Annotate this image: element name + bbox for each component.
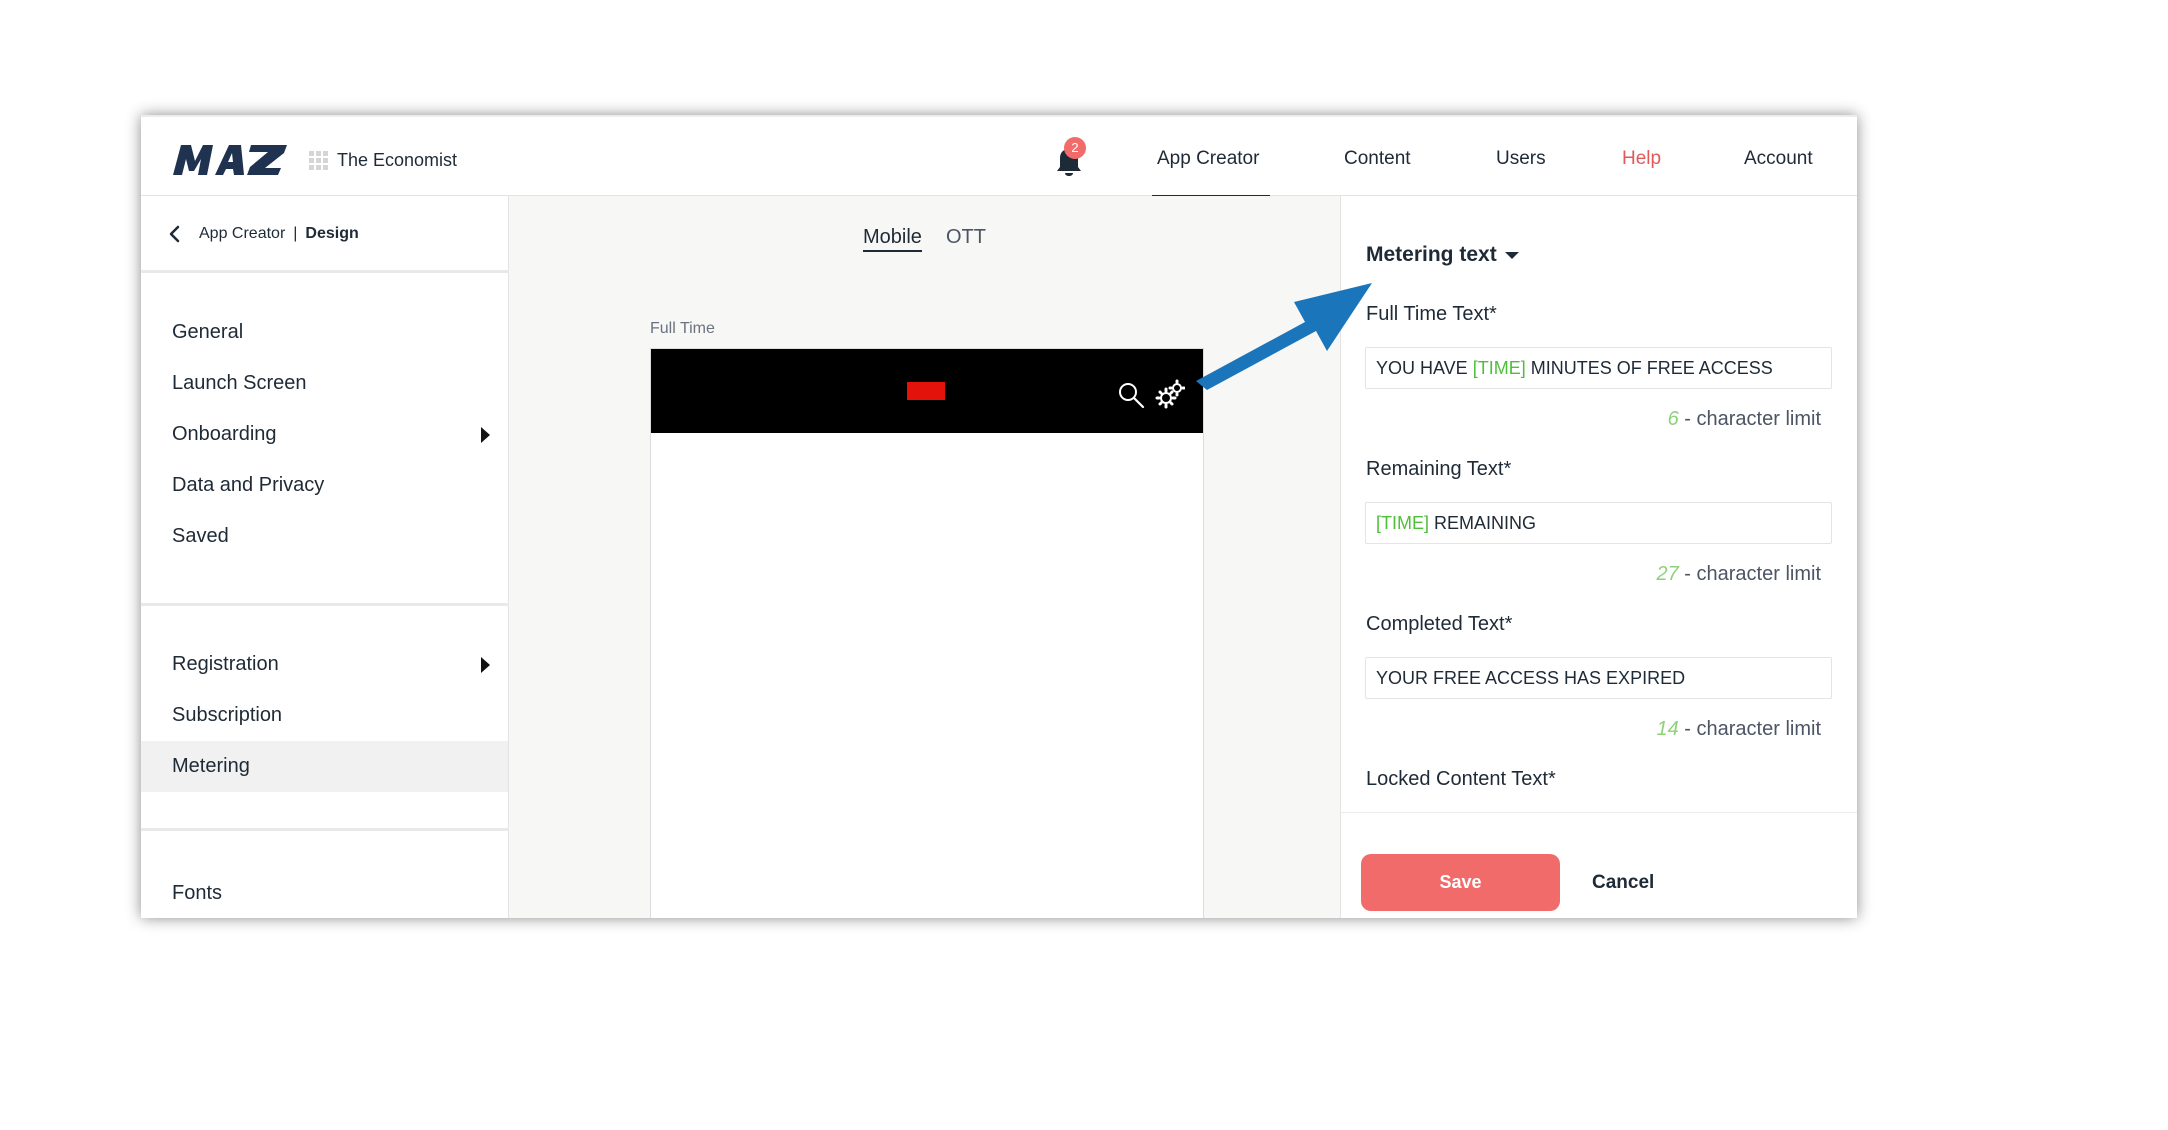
breadcrumb: App Creator | Design — [165, 222, 359, 246]
sidebar-item-label: Registration — [172, 653, 279, 675]
nav-app-creator[interactable]: App Creator — [1157, 148, 1259, 170]
full-time-char-limit: 6 - character limit — [1668, 408, 1821, 431]
nav-users[interactable]: Users — [1496, 148, 1546, 170]
top-navigation: The Economist 2 App Creator Content User… — [141, 115, 1857, 197]
completed-input[interactable]: YOUR FREE ACCESS HAS EXPIRED — [1365, 657, 1832, 699]
settings-panel: Metering text Full Time Text* YOU HAVE [… — [1340, 196, 1857, 918]
char-limit-text: - character limit — [1678, 718, 1821, 740]
input-text: MINUTES OF FREE ACCESS — [1525, 358, 1773, 378]
locked-content-label: Locked Content Text* — [1366, 768, 1556, 790]
char-count: 14 — [1656, 718, 1679, 740]
sidebar-divider — [141, 828, 509, 831]
remaining-char-limit: 27 - character limit — [1657, 563, 1822, 586]
cancel-button[interactable]: Cancel — [1592, 854, 1654, 911]
gear-icon — [1155, 379, 1185, 409]
sidebar-item-onboarding[interactable]: Onboarding — [141, 409, 508, 460]
breadcrumb-separator: | — [293, 225, 298, 242]
nav-account[interactable]: Account — [1744, 148, 1813, 170]
sidebar-divider — [141, 603, 509, 606]
char-limit-text: - character limit — [1678, 563, 1821, 585]
completed-char-limit: 14 - character limit — [1657, 718, 1822, 741]
time-token: [TIME] — [1472, 358, 1526, 378]
char-count: 27 — [1656, 563, 1679, 585]
nav-content[interactable]: Content — [1344, 148, 1411, 170]
sidebar-item-saved[interactable]: Saved — [141, 511, 508, 562]
completed-label: Completed Text* — [1366, 613, 1513, 635]
back-icon[interactable] — [165, 224, 185, 244]
remaining-label: Remaining Text* — [1366, 458, 1512, 480]
full-time-input[interactable]: YOU HAVE [TIME] MINUTES OF FREE ACCESS — [1365, 347, 1832, 389]
tab-ott[interactable]: OTT — [946, 226, 986, 249]
chevron-right-icon — [481, 427, 490, 443]
breadcrumb-parent[interactable]: App Creator — [199, 225, 285, 243]
sidebar-item-subscription[interactable]: Subscription — [141, 690, 508, 741]
sidebar-item-data-and-privacy[interactable]: Data and Privacy — [141, 460, 508, 511]
input-text: REMAINING — [1429, 513, 1537, 533]
sidebar-divider — [141, 270, 509, 273]
tab-mobile[interactable]: Mobile — [863, 226, 922, 252]
notification-badge: 2 — [1064, 137, 1086, 159]
save-button[interactable]: Save — [1361, 854, 1560, 911]
search-icon — [1119, 383, 1145, 409]
sidebar: App Creator | Design General Launch Scre… — [141, 196, 509, 918]
sidebar-item-metering[interactable]: Metering — [141, 741, 508, 792]
workspace-name[interactable]: The Economist — [337, 150, 457, 171]
sidebar-item-label: Onboarding — [172, 423, 277, 445]
preview-area: Mobile OTT Full Time — [509, 196, 1340, 918]
phone-preview — [650, 348, 1204, 918]
sidebar-item-fonts[interactable]: Fonts — [141, 868, 508, 918]
grid-icon — [309, 151, 328, 170]
nav-help[interactable]: Help — [1622, 148, 1661, 170]
caret-down-icon — [1504, 251, 1519, 259]
maz-logo[interactable] — [171, 141, 291, 177]
input-text: YOU HAVE — [1376, 358, 1473, 378]
economist-logo — [907, 382, 945, 400]
preview-label: Full Time — [650, 320, 715, 337]
char-count: 6 — [1667, 408, 1679, 430]
app-window: The Economist 2 App Creator Content User… — [141, 115, 1857, 918]
char-limit-text: - character limit — [1678, 408, 1821, 430]
breadcrumb-current: Design — [305, 225, 359, 242]
panel-title: Metering text — [1366, 243, 1497, 266]
sidebar-item-general[interactable]: General — [141, 307, 508, 358]
sidebar-item-launch-screen[interactable]: Launch Screen — [141, 358, 508, 409]
sidebar-item-registration[interactable]: Registration — [141, 639, 508, 690]
panel-footer: Save Cancel — [1341, 812, 1857, 918]
full-time-label: Full Time Text* — [1366, 303, 1497, 325]
time-token: [TIME] — [1376, 513, 1429, 533]
remaining-input[interactable]: [TIME] REMAINING — [1365, 502, 1832, 544]
panel-title-dropdown[interactable]: Metering text — [1366, 243, 1519, 267]
chevron-right-icon — [481, 657, 490, 673]
phone-header — [651, 349, 1203, 433]
